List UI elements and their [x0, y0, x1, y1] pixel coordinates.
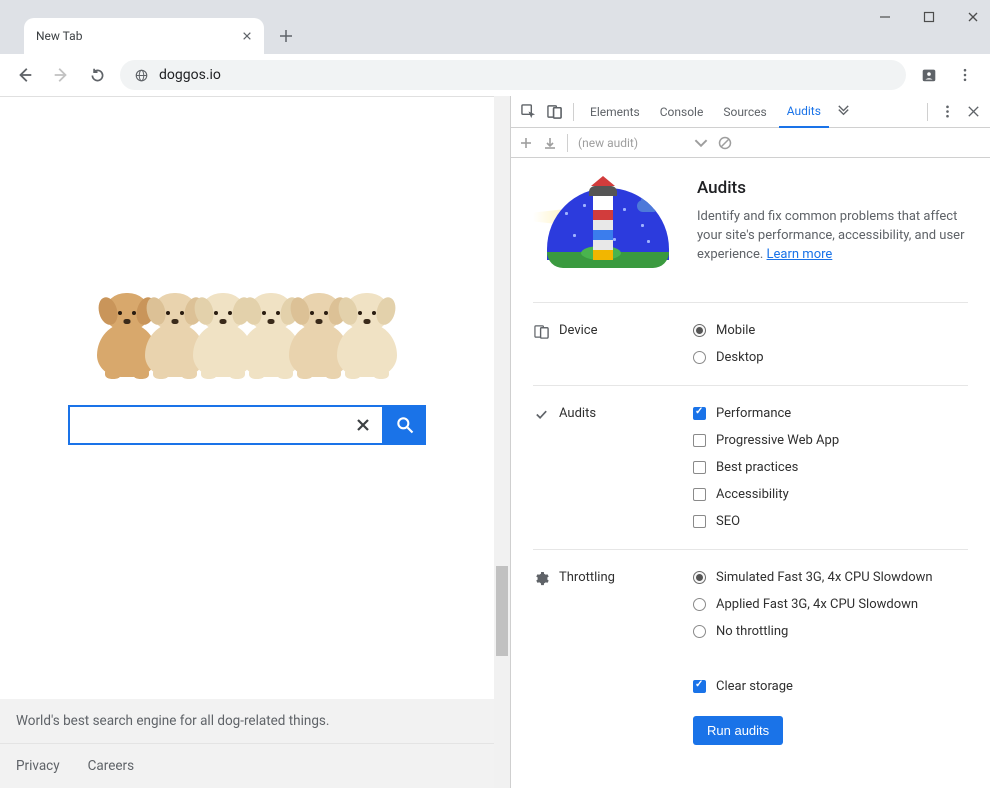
radio-icon — [693, 324, 706, 337]
scrollbar-thumb[interactable] — [496, 566, 508, 656]
checkbox-icon — [693, 434, 706, 447]
radio-icon — [693, 625, 706, 638]
audits-description: Identify and fix common problems that af… — [697, 208, 968, 265]
throttling-section-label: Throttling — [559, 570, 615, 585]
window-minimize-button[interactable] — [876, 8, 894, 26]
nav-back-button[interactable] — [12, 62, 38, 88]
audit-select-label: (new audit) — [578, 136, 638, 150]
footer-privacy-link[interactable]: Privacy — [16, 758, 60, 774]
nav-forward-button[interactable] — [48, 62, 74, 88]
throttling-option-applied[interactable]: Applied Fast 3G, 4x CPU Slowdown — [693, 597, 968, 612]
browser-menu-button[interactable] — [952, 62, 978, 88]
audit-option-best-practices[interactable]: Best practices — [693, 460, 968, 475]
profile-button[interactable] — [916, 62, 942, 88]
devtools-menu-icon[interactable] — [936, 101, 958, 123]
tab-sources[interactable]: Sources — [715, 97, 774, 127]
radio-icon — [693, 571, 706, 584]
more-tabs-icon[interactable] — [833, 101, 855, 123]
new-tab-button[interactable] — [272, 22, 300, 50]
device-icon — [533, 323, 549, 339]
device-option-desktop[interactable]: Desktop — [693, 350, 968, 365]
window-close-button[interactable] — [964, 8, 982, 26]
audit-option-accessibility[interactable]: Accessibility — [693, 487, 968, 502]
chevron-down-icon — [694, 136, 708, 150]
device-option-mobile[interactable]: Mobile — [693, 323, 968, 338]
page-viewport: World's best search engine for all dog-r… — [0, 96, 494, 788]
audit-option-performance[interactable]: Performance — [693, 406, 968, 421]
throttling-option-simulated[interactable]: Simulated Fast 3G, 4x CPU Slowdown — [693, 570, 968, 585]
devtools-close-icon[interactable] — [962, 101, 984, 123]
clear-audit-icon[interactable] — [718, 136, 732, 150]
audits-title: Audits — [697, 178, 968, 198]
devtools-panel: Elements Console Sources Audits — [510, 96, 990, 788]
audit-select[interactable]: (new audit) — [578, 136, 708, 150]
browser-tab[interactable]: New Tab — [24, 18, 264, 54]
tab-elements[interactable]: Elements — [582, 97, 648, 127]
hero-image — [57, 217, 437, 377]
gear-icon — [533, 570, 549, 586]
address-bar-url: doggos.io — [159, 67, 221, 83]
clear-icon[interactable] — [352, 418, 374, 432]
checkbox-icon — [693, 407, 706, 420]
search-button[interactable] — [384, 405, 426, 445]
audit-option-seo[interactable]: SEO — [693, 514, 968, 529]
footer-careers-link[interactable]: Careers — [88, 758, 134, 774]
learn-more-link[interactable]: Learn more — [767, 247, 833, 262]
page-tagline: World's best search engine for all dog-r… — [0, 699, 494, 744]
radio-icon — [693, 598, 706, 611]
new-audit-icon[interactable] — [519, 136, 533, 150]
device-section-label: Device — [559, 323, 598, 338]
download-icon[interactable] — [543, 136, 557, 150]
address-bar[interactable]: doggos.io — [120, 60, 906, 90]
run-audits-button[interactable]: Run audits — [693, 716, 783, 745]
tab-audits[interactable]: Audits — [779, 96, 829, 128]
check-icon — [533, 406, 549, 422]
checkbox-icon — [693, 680, 706, 693]
browser-tab-title: New Tab — [36, 29, 242, 43]
tab-console[interactable]: Console — [652, 97, 712, 127]
checkbox-icon — [693, 461, 706, 474]
window-maximize-button[interactable] — [920, 8, 938, 26]
lighthouse-illustration — [533, 178, 673, 278]
checkbox-icon — [693, 488, 706, 501]
page-scrollbar[interactable] — [494, 96, 510, 788]
throttling-option-none[interactable]: No throttling — [693, 624, 968, 639]
reload-button[interactable] — [84, 62, 110, 88]
audits-section-label: Audits — [559, 406, 596, 421]
audit-option-pwa[interactable]: Progressive Web App — [693, 433, 968, 448]
search-input[interactable] — [78, 415, 352, 435]
globe-icon — [134, 68, 149, 83]
inspect-element-icon[interactable] — [517, 101, 539, 123]
radio-icon — [693, 351, 706, 364]
clear-storage-option[interactable]: Clear storage — [693, 679, 968, 694]
device-toolbar-icon[interactable] — [543, 101, 565, 123]
tab-close-icon[interactable] — [242, 31, 252, 41]
checkbox-icon — [693, 515, 706, 528]
